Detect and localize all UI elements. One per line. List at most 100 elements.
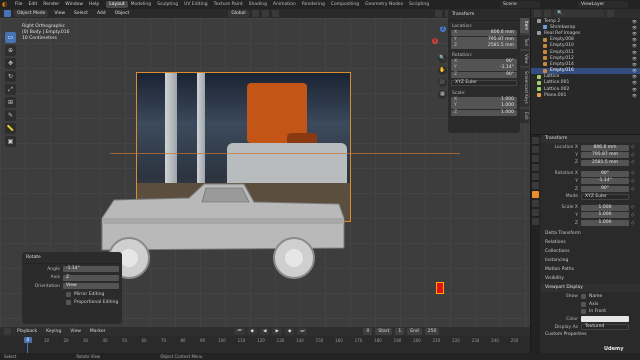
menu-view[interactable]: View — [51, 10, 68, 17]
visibility-eye-icon[interactable]: 👁 — [632, 19, 637, 24]
red-object[interactable] — [436, 282, 444, 294]
tab-view[interactable]: View — [520, 50, 529, 67]
scale-z-field[interactable]: Z 1.000 — [451, 109, 517, 116]
visibility-eye-icon[interactable]: 👁 — [632, 50, 637, 55]
visibility-eye-icon[interactable]: 👁 — [632, 68, 637, 73]
scale-x-field[interactable]: X 1.000 — [451, 96, 517, 103]
scene-selector[interactable]: Scene — [500, 1, 540, 8]
tab-geometry-nodes[interactable]: Geometry Nodes — [362, 1, 406, 8]
menu-window[interactable]: Window — [62, 0, 86, 9]
move-icon[interactable]: ✥ — [5, 58, 16, 69]
tab-texture-paint[interactable]: Texture Paint — [211, 1, 246, 8]
prop-scale-x-field[interactable]: 1.000 — [581, 204, 629, 211]
view-layer-selector[interactable]: ViewLayer — [578, 1, 628, 8]
scene-tab-icon[interactable] — [532, 173, 539, 180]
outliner-search-input[interactable]: 🔍 — [554, 10, 604, 17]
keyframe-icon[interactable]: ◇ — [631, 179, 637, 184]
render-tab-icon[interactable] — [532, 146, 539, 153]
visibility-eye-icon[interactable]: 👁 — [632, 25, 637, 30]
prop-rotation-x-field[interactable]: 90° — [581, 170, 629, 177]
proportional-icon[interactable] — [271, 10, 279, 17]
instancing-section[interactable]: Instancing — [541, 257, 640, 266]
menu-help[interactable]: Help — [86, 0, 102, 9]
pivot-icon[interactable] — [251, 10, 259, 17]
editor-type-icon[interactable] — [4, 10, 11, 17]
timeline-ruler[interactable]: 0 0 10 20 30 40 50 60 70 80 90 100 110 120 130 140 150 1… — [0, 337, 530, 353]
annotate-icon[interactable]: ✎ — [5, 110, 16, 121]
custom-properties-section[interactable]: Custom Properties — [541, 331, 640, 340]
relations-section[interactable]: Relations — [541, 239, 640, 248]
physics-tab-icon[interactable] — [532, 200, 539, 207]
menu-add[interactable]: Add — [94, 10, 109, 17]
tool-tab-icon[interactable] — [532, 137, 539, 144]
menu-playback[interactable]: Playback — [14, 328, 40, 335]
world-tab-icon[interactable] — [532, 182, 539, 189]
start-frame-field[interactable]: 1 — [395, 328, 405, 335]
jeep-model[interactable] — [94, 178, 349, 283]
select-box-icon[interactable]: ▭ — [5, 32, 16, 43]
perspective-toggle-icon[interactable]: ▦ — [438, 90, 447, 99]
visibility-eye-icon[interactable]: 👁 — [632, 56, 637, 61]
menu-keying[interactable]: Keying — [43, 328, 64, 335]
prop-rotation-z-field[interactable]: 90° — [581, 186, 629, 193]
prop-rotation-y-field[interactable]: -1.14° — [581, 178, 629, 185]
menu-object[interactable]: Object — [112, 10, 133, 17]
menu-file[interactable]: File — [12, 0, 26, 9]
output-tab-icon[interactable] — [532, 155, 539, 162]
rotation-y-field[interactable]: Y -1.14° — [451, 65, 517, 71]
visibility-eye-icon[interactable]: 👁 — [632, 93, 637, 98]
menu-marker[interactable]: Marker — [87, 328, 109, 335]
constraints-tab-icon[interactable] — [532, 209, 539, 216]
visibility-icon[interactable] — [434, 10, 442, 17]
visibility-eye-icon[interactable]: 👁 — [632, 43, 637, 48]
location-y-field[interactable]: Y 795.87 mm — [451, 36, 517, 43]
zoom-icon[interactable]: 🔍 — [438, 54, 447, 63]
visibility-eye-icon[interactable]: 👁 — [632, 80, 637, 85]
axis-field[interactable]: Z — [63, 274, 119, 281]
current-frame-field[interactable]: 0 — [363, 328, 373, 335]
transform-section-header[interactable]: Transform — [541, 135, 640, 143]
rotation-x-field[interactable]: X 90° — [451, 58, 517, 65]
transform-orientation-selector[interactable]: Global — [228, 10, 249, 17]
x-axis-icon[interactable]: X — [432, 38, 438, 44]
menu-edit[interactable]: Edit — [26, 0, 41, 9]
next-key-icon[interactable]: ◆ — [284, 328, 295, 335]
mirror-editing-checkbox[interactable]: Mirror Editing — [66, 291, 119, 298]
tab-compositing[interactable]: Compositing — [328, 1, 362, 8]
visibility-section[interactable]: Visibility — [541, 275, 640, 284]
orientation-field[interactable]: View — [63, 283, 119, 289]
motion-paths-section[interactable]: Motion Paths — [541, 266, 640, 275]
tab-scripting[interactable]: Scripting — [406, 1, 432, 8]
keyframe-icon[interactable]: ◇ — [631, 153, 637, 158]
outliner-item[interactable]: Plane.001 👁 — [531, 92, 640, 98]
menu-view[interactable]: View — [67, 328, 84, 335]
menu-render[interactable]: Render — [40, 0, 62, 9]
z-axis-icon[interactable]: Z — [440, 26, 446, 32]
color-swatch[interactable] — [581, 316, 629, 323]
prop-location-x-field[interactable]: 806.6 mm — [581, 144, 629, 151]
data-tab-icon[interactable] — [532, 218, 539, 225]
keyframe-icon[interactable]: ◇ — [631, 205, 637, 210]
display-as-select[interactable]: Textured — [581, 324, 629, 330]
viewport-display-section[interactable]: Viewport Display — [541, 284, 640, 293]
keyframe-icon[interactable]: ◇ — [631, 221, 637, 226]
rotate-icon[interactable]: ↻ — [5, 71, 16, 82]
jump-start-icon[interactable]: ⏮ — [234, 328, 245, 335]
tab-rendering[interactable]: Rendering — [299, 1, 328, 8]
scale-icon[interactable]: ⤢ — [5, 84, 16, 95]
keyframe-icon[interactable]: ◇ — [631, 187, 637, 192]
visibility-eye-icon[interactable]: 👁 — [632, 87, 637, 92]
tab-uv-editing[interactable]: UV Editing — [181, 1, 210, 8]
tab-sculpting[interactable]: Sculpting — [154, 1, 181, 8]
jump-end-icon[interactable]: ⏭ — [297, 328, 308, 335]
play-icon[interactable]: ▶ — [272, 328, 282, 335]
collections-section[interactable]: Collections — [541, 248, 640, 257]
add-cube-icon[interactable]: ▣ — [5, 136, 16, 147]
pan-hand-icon[interactable]: ✋ — [438, 66, 447, 75]
outliner-editor-icon[interactable] — [534, 10, 541, 17]
measure-icon[interactable]: 📏 — [5, 123, 16, 134]
delta-transform-section[interactable]: Delta Transform — [541, 230, 640, 239]
keyframe-icon[interactable]: ◇ — [631, 171, 637, 176]
prev-key-icon[interactable]: ◆ — [247, 328, 257, 335]
keyframe-icon[interactable]: ◇ — [631, 160, 637, 165]
